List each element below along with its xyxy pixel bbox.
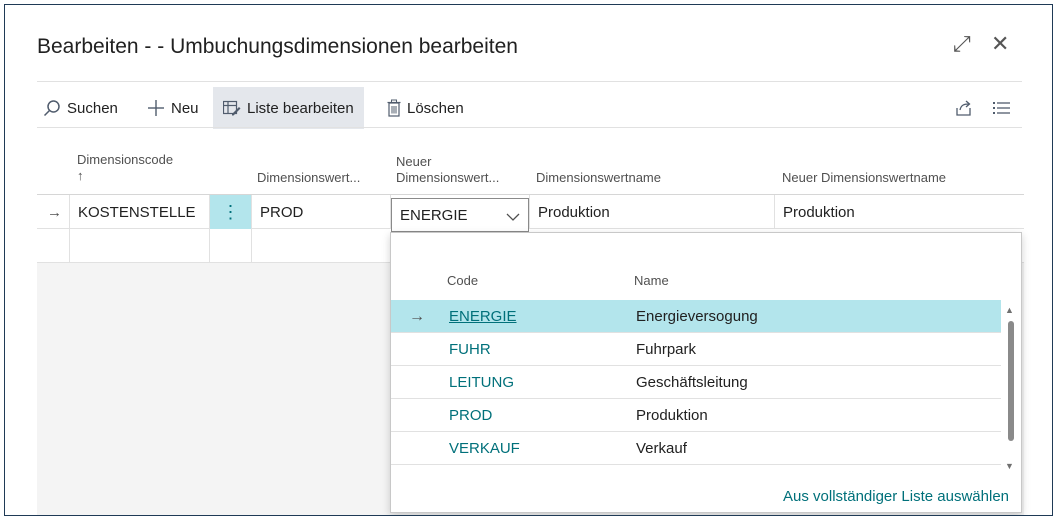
list-view-button[interactable] — [993, 87, 1017, 129]
dimension-code-cell[interactable]: KOSTENSTELLE — [69, 195, 209, 229]
delete-button[interactable]: Löschen — [387, 87, 464, 129]
title-divider — [37, 81, 1022, 82]
select-from-full-list-link[interactable]: Aus vollständiger Liste auswählen — [783, 488, 1009, 505]
column-header-new-dimension-value[interactable]: Neuer Dimensionswert... — [396, 154, 499, 186]
selected-row-arrow-icon: → — [409, 307, 425, 325]
empty-cell[interactable] — [209, 229, 251, 263]
lookup-name: Verwaltung — [636, 465, 710, 474]
edit-list-icon — [223, 100, 241, 116]
lookup-name: Verkauf — [636, 440, 687, 457]
trash-icon — [387, 99, 401, 117]
dropdown-value: ENERGIE — [400, 206, 468, 224]
lookup-row[interactable]: LEITUNG Geschäftsleitung — [391, 366, 1001, 399]
new-button[interactable]: Neu — [147, 87, 199, 129]
lookup-code[interactable]: PROD — [449, 399, 492, 432]
new-dimension-value-dropdown[interactable]: ENERGIE — [391, 198, 529, 232]
column-header-label: Dimensionswert... — [396, 170, 500, 185]
dimension-value-cell[interactable]: PROD — [251, 195, 390, 229]
lookup-name: Fuhrpark — [636, 341, 697, 358]
lookup-code[interactable]: FUHR — [449, 333, 491, 366]
table-row[interactable]: → KOSTENSTELLE ⋮ PROD Produktion Produkt… — [37, 195, 1024, 229]
toolbar-divider — [37, 127, 1022, 128]
chevron-down-icon — [506, 209, 520, 226]
delete-label: Löschen — [407, 99, 464, 117]
column-header-dimension-value[interactable]: Dimensionswert... — [257, 170, 360, 186]
edit-dimensions-dialog: Bearbeiten - - Umbuchungsdimensionen bea… — [4, 4, 1053, 516]
new-dimension-value-name-cell[interactable]: Produktion — [774, 195, 1024, 229]
lookup-code[interactable]: VERW — [449, 465, 494, 474]
lookup-row[interactable]: FUHR Fuhrpark — [391, 333, 1001, 366]
lookup-code[interactable]: VERKAUF — [449, 432, 520, 465]
lookup-row[interactable]: PROD Produktion — [391, 399, 1001, 432]
column-header-dimension-code[interactable]: Dimensionscode ↑ — [77, 152, 173, 184]
lookup-column-code: Code — [447, 273, 479, 288]
dimension-value-name-cell[interactable]: Produktion — [529, 195, 774, 229]
share-button[interactable] — [955, 87, 979, 129]
search-label: Suchen — [67, 99, 118, 117]
lookup-row[interactable]: → ENERGIE Energieversogung — [391, 300, 1001, 333]
column-header-new-dimension-value-name[interactable]: Neuer Dimensionswertname — [782, 170, 946, 186]
sort-ascending-icon: ↑ — [77, 168, 84, 183]
column-header-label: Neuer — [396, 154, 432, 169]
row-indicator-icon: → — [47, 203, 62, 221]
lookup-column-name: Name — [634, 273, 669, 288]
plus-icon — [147, 99, 165, 117]
scrollbar-thumb[interactable] — [1008, 321, 1014, 441]
empty-cell[interactable] — [251, 229, 390, 263]
new-label: Neu — [171, 99, 199, 117]
list-view-icon — [993, 101, 1011, 115]
scroll-down-icon[interactable]: ▼ — [1005, 461, 1014, 471]
search-button[interactable]: Suchen — [43, 87, 118, 129]
lookup-popup: Code Name → ENERGIE Energieversogung FUH… — [390, 232, 1022, 513]
lookup-name: Produktion — [636, 407, 708, 424]
lookup-row[interactable]: VERKAUF Verkauf — [391, 432, 1001, 465]
lookup-code[interactable]: ENERGIE — [449, 300, 517, 333]
empty-cell[interactable] — [69, 229, 209, 263]
lookup-row[interactable]: VERW Verwaltung — [391, 465, 1001, 474]
row-menu-icon[interactable]: ⋮ — [209, 195, 251, 229]
edit-list-label: Liste bearbeiten — [247, 99, 354, 117]
column-header-label: Dimensionscode — [77, 152, 174, 167]
column-header-dimension-value-name[interactable]: Dimensionswertname — [536, 170, 661, 186]
search-icon — [43, 99, 61, 117]
lookup-code[interactable]: LEITUNG — [449, 366, 514, 399]
expand-icon[interactable]: ⤢ — [953, 33, 971, 55]
lookup-name: Energieversogung — [636, 308, 758, 325]
dialog-title: Bearbeiten - - Umbuchungsdimensionen bea… — [37, 35, 518, 58]
lookup-name: Geschäftsleitung — [636, 374, 748, 391]
lookup-clip: VERW Verwaltung — [391, 465, 1001, 474]
scroll-up-icon[interactable]: ▲ — [1005, 305, 1014, 315]
close-icon[interactable]: ✕ — [991, 33, 1009, 55]
edit-list-button[interactable]: Liste bearbeiten — [213, 87, 364, 129]
share-icon — [955, 99, 973, 117]
lookup-scrollbar[interactable]: ▲ ▼ — [1004, 303, 1018, 471]
